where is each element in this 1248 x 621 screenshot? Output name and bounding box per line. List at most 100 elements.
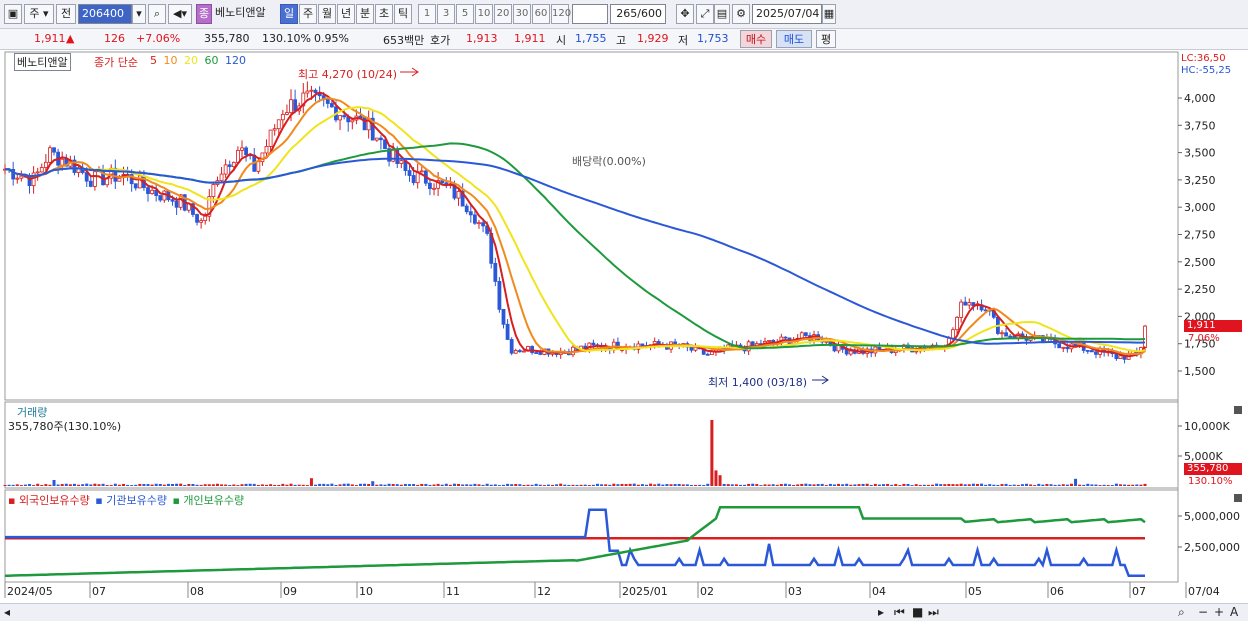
crosshair-icon[interactable]: ✥	[676, 4, 694, 24]
volume-bar	[604, 484, 608, 486]
period-tab-6[interactable]: 틱	[394, 4, 412, 24]
count-field[interactable]: 265/600	[610, 4, 666, 24]
window-icon[interactable]: ▣	[4, 4, 22, 24]
volume-bar	[559, 483, 563, 486]
calendar-icon[interactable]: ▦	[822, 4, 836, 24]
first-icon[interactable]: ⏮	[894, 605, 905, 620]
volume-bar	[36, 483, 40, 486]
volume-bar	[428, 484, 432, 486]
code-dropdown-icon[interactable]: ▾	[132, 4, 146, 24]
volume-bar	[812, 484, 816, 486]
volume-bar	[804, 483, 808, 486]
chart-area[interactable]: 4,000 3,750 3,500 3,250 3,000 2,750 2,500 2,250…	[0, 50, 1248, 603]
volume-bar	[183, 484, 187, 486]
volume-bar	[240, 484, 244, 486]
trendline-icon[interactable]: ⤢	[696, 4, 714, 24]
interval-tab-3[interactable]: 3	[437, 4, 455, 24]
ma-line-60	[4, 142, 1146, 350]
sell-button[interactable]: 매도	[776, 30, 812, 48]
volume-bar	[595, 483, 599, 486]
volume-bar	[1057, 484, 1061, 486]
period-tab-5[interactable]: 초	[375, 4, 393, 24]
ma-legend-20[interactable]: 20	[184, 54, 202, 67]
ma-legend-10[interactable]: 10	[164, 54, 182, 67]
volume-bar	[162, 484, 166, 486]
scroll-right-icon[interactable]: ▸	[878, 605, 884, 619]
eval-button[interactable]: 평	[816, 30, 836, 48]
speaker-icon[interactable]: ◀▾	[168, 4, 192, 24]
volume-bar	[432, 484, 436, 486]
font-icon[interactable]: A	[1230, 605, 1238, 619]
ma-line-10	[4, 97, 1146, 356]
interval-tab-10[interactable]: 10	[475, 4, 493, 24]
volume-bar	[265, 484, 269, 486]
holdings-tick-label: 2,500,000	[1184, 541, 1240, 554]
interval-input[interactable]	[572, 4, 608, 24]
interval-tab-30[interactable]: 30	[513, 4, 531, 24]
volume-bar	[130, 485, 134, 486]
volume-bar	[179, 483, 183, 486]
scroll-left-icon[interactable]: ◂	[4, 605, 10, 619]
volume-bar	[714, 470, 718, 486]
volume-bar	[1020, 484, 1024, 486]
interval-tab-20[interactable]: 20	[494, 4, 512, 24]
volume-bar	[967, 484, 971, 486]
candle-body	[60, 158, 65, 166]
zoom-out-icon[interactable]: −	[1198, 605, 1208, 619]
prev-button[interactable]: 전	[56, 4, 76, 24]
ma-legend-5[interactable]: 5	[150, 54, 161, 67]
volume-bar	[975, 483, 979, 486]
candle-body	[522, 350, 526, 353]
volume-bar	[600, 484, 604, 486]
volume-bar	[1004, 483, 1008, 486]
volume-bar	[546, 484, 550, 486]
chart-canvas[interactable]: 4,000 3,750 3,500 3,250 3,000 2,750 2,500 2,250…	[0, 50, 1248, 603]
volume-bar	[771, 484, 775, 486]
last-icon[interactable]: ⏭	[928, 605, 939, 620]
stock-code-input[interactable]: 206400	[78, 4, 132, 24]
volume-bar	[849, 484, 853, 486]
volume-bar	[117, 484, 121, 486]
holdings-legend-2[interactable]: ▪ 개인보유수량	[172, 494, 244, 507]
period-tab-2[interactable]: 월	[318, 4, 336, 24]
zoom-in-icon[interactable]: +	[1214, 605, 1224, 619]
candle-body	[407, 170, 412, 176]
candle-body	[534, 352, 539, 354]
volume-bar	[1045, 483, 1049, 486]
date-input[interactable]: 2025/07/04	[752, 4, 822, 24]
ma-legend-120[interactable]: 120	[225, 54, 246, 67]
count-max: /600	[637, 7, 662, 20]
interval-tab-1[interactable]: 1	[418, 4, 436, 24]
search-icon[interactable]: ⌕	[148, 4, 166, 24]
holdings-legend-1[interactable]: ▪ 기관보유수량	[95, 494, 170, 507]
save-icon[interactable]: ▤	[714, 4, 730, 24]
interval-tab-5[interactable]: 5	[456, 4, 474, 24]
period-tab-1[interactable]: 주	[299, 4, 317, 24]
zoom-icon[interactable]: ⌕	[1178, 605, 1185, 620]
ma-legend-60[interactable]: 60	[205, 54, 223, 67]
volume-bar	[514, 484, 518, 486]
candle-body	[1004, 332, 1008, 337]
market-select[interactable]: 주 ▾	[24, 4, 54, 24]
legend-ma-label[interactable]: 종가 단순	[94, 54, 138, 70]
volume-bar	[1139, 484, 1143, 486]
period-tab-3[interactable]: 년	[337, 4, 355, 24]
interval-tab-120[interactable]: 120	[551, 4, 571, 24]
volume-bar	[318, 483, 322, 486]
volume-bar	[440, 484, 444, 486]
legend-stock-name[interactable]: 베노티앤알	[14, 53, 71, 71]
candle-body	[35, 171, 40, 174]
volume-bar	[367, 483, 371, 486]
period-tab-0[interactable]: 일	[280, 4, 298, 24]
candle-body	[1143, 325, 1147, 348]
interval-tab-60[interactable]: 60	[532, 4, 550, 24]
period-tab-4[interactable]: 분	[356, 4, 374, 24]
gear-icon[interactable]: ⚙	[732, 4, 750, 24]
candle-body	[493, 262, 498, 282]
high-label: 고	[616, 34, 627, 47]
scroll-bar[interactable]: ◂ ▸ ⏮ ■ ⏭ ⌕ − + A	[0, 603, 1248, 621]
volume-bar	[808, 484, 812, 486]
stop-icon[interactable]: ■	[912, 605, 923, 619]
buy-button[interactable]: 매수	[740, 30, 772, 48]
holdings-legend-0[interactable]: ▪ 외국인보유수량	[8, 494, 93, 507]
